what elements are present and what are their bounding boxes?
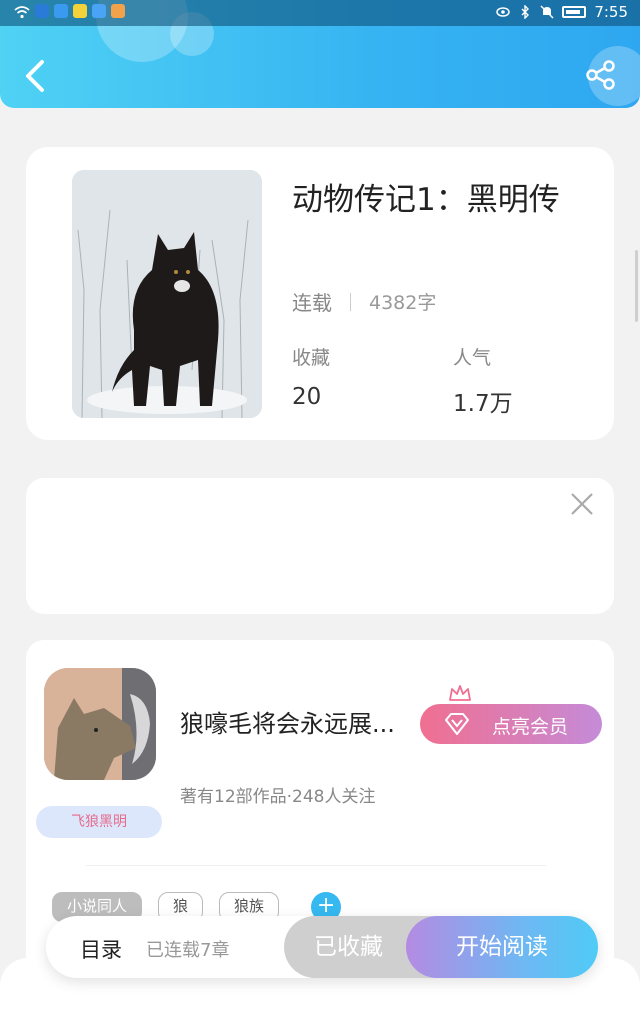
status-bar: 7:55 <box>0 0 640 26</box>
book-info-card: 动物传记1：黑明传 连载 4382字 收藏 20 人气 1.7万 <box>26 147 614 440</box>
stat-label: 收藏 <box>292 347 331 369</box>
stat-value: 20 <box>292 384 322 410</box>
app-icon <box>54 4 68 18</box>
toc-button[interactable]: 目录 <box>80 934 122 964</box>
author-badge: 飞狼黑明 <box>36 806 162 838</box>
app-icon <box>92 4 106 18</box>
meta-divider <box>350 292 351 311</box>
eye-icon <box>496 5 511 19</box>
crown-icon <box>449 685 471 701</box>
chapter-count: 已连载7章 <box>146 940 230 961</box>
diamond-icon <box>445 713 469 735</box>
app-icon <box>73 4 87 18</box>
stat-label: 人气 <box>453 347 492 369</box>
book-title: 动物传记1：黑明传 <box>292 182 560 218</box>
top-header: 7:55 <box>0 0 640 108</box>
book-cover[interactable] <box>72 170 262 418</box>
status-icons-right: 7:55 <box>496 3 628 21</box>
book-status: 连载 <box>292 291 332 315</box>
wifi-icon <box>14 4 30 19</box>
status-icons-left <box>14 4 125 19</box>
book-cover-image <box>72 170 262 418</box>
share-button[interactable] <box>584 58 618 92</box>
back-button[interactable] <box>20 56 50 96</box>
vip-label: 点亮会员 <box>492 716 569 738</box>
author-name[interactable]: 狼嚎毛将会永远展... <box>180 704 395 739</box>
scrollbar[interactable] <box>635 250 638 322</box>
bluetooth-icon <box>518 4 532 20</box>
app-icon <box>111 4 125 18</box>
status-time: 7:55 <box>594 3 628 21</box>
word-count: 4382字 <box>369 292 437 314</box>
bottom-action-bar: 目录 已连载7章 已收藏 开始阅读 <box>46 916 598 978</box>
stat-value: 1.7万 <box>453 391 513 417</box>
close-icon[interactable] <box>568 490 596 518</box>
vip-button[interactable]: 点亮会员 <box>420 704 602 744</box>
divider <box>86 865 546 866</box>
start-reading-button[interactable]: 开始阅读 <box>406 916 598 978</box>
app-icon <box>35 4 49 18</box>
stat-popularity: 人气 1.7万 <box>453 343 513 418</box>
book-meta: 连载 4382字 <box>292 287 436 316</box>
chevron-left-icon <box>26 60 44 92</box>
mute-icon <box>540 5 554 19</box>
avatar[interactable] <box>44 668 156 780</box>
avatar-image <box>44 668 156 780</box>
stat-favorites: 收藏 20 <box>292 343 330 410</box>
author-summary: 著有12部作品·248人关注 <box>180 787 376 807</box>
share-icon <box>586 60 615 90</box>
ad-banner <box>26 478 614 614</box>
battery-icon <box>562 6 587 18</box>
